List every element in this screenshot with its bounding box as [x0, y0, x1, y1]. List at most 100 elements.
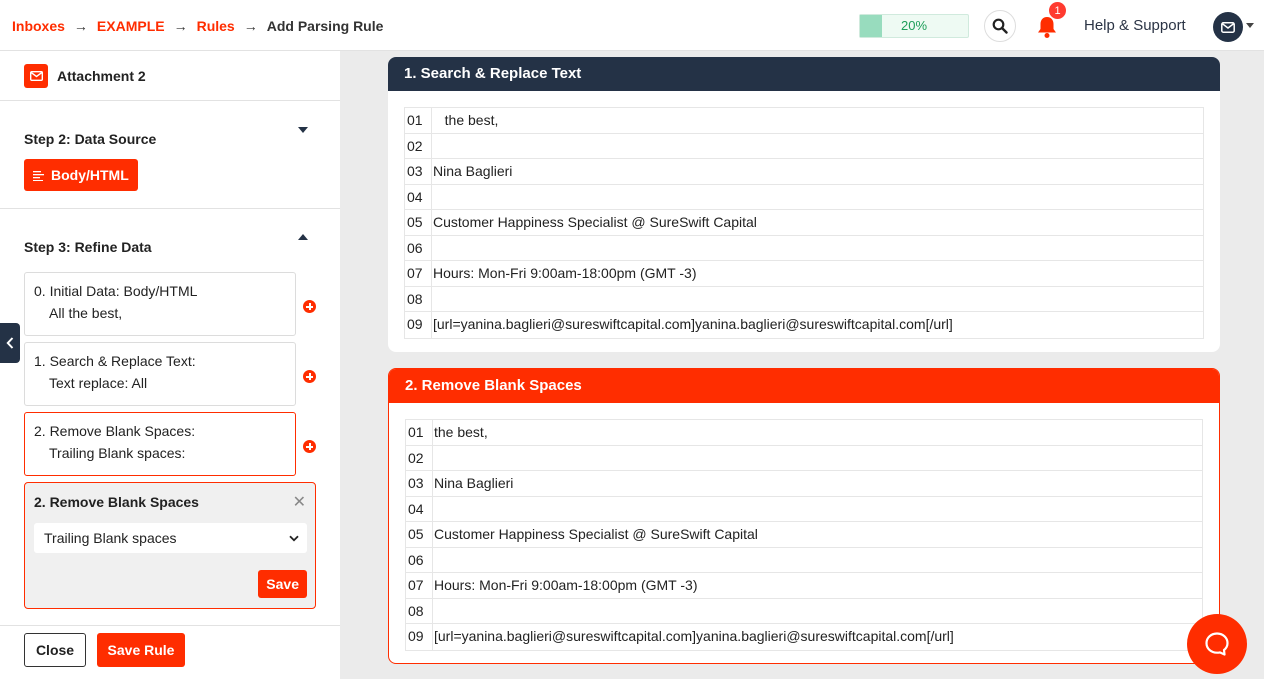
rule-sidebar: Attachment 2 Step 2: Data Source Body/HT…	[0, 51, 340, 679]
line-number: 03	[406, 471, 433, 496]
refine-step-subtitle: Trailing Blank spaces:	[49, 445, 186, 461]
add-step-icon[interactable]	[303, 440, 316, 453]
data-source-button[interactable]: Body/HTML	[24, 159, 138, 191]
line-number: 02	[406, 445, 433, 470]
line-text	[432, 236, 433, 261]
attachment-item[interactable]: Attachment 2	[0, 51, 340, 100]
step3-title: Step 3: Refine Data	[24, 239, 152, 255]
save-rule-button[interactable]: Save Rule	[97, 633, 185, 667]
collapse-sidebar-button[interactable]	[0, 323, 20, 363]
line-number: 04	[405, 184, 432, 209]
code-line: 06	[405, 235, 1203, 261]
refine-step-2[interactable]: 2. Remove Blank Spaces: Trailing Blank s…	[24, 412, 316, 476]
chevron-down-icon[interactable]	[298, 127, 308, 133]
add-step-icon[interactable]	[303, 300, 316, 313]
progress-label: 20%	[900, 18, 928, 33]
code-line: 03 Nina Baglieri	[405, 159, 1203, 185]
line-text	[432, 287, 433, 312]
code-line: 03 Nina Baglieri	[406, 471, 1202, 497]
close-button[interactable]: Close	[24, 633, 86, 667]
refine-step-subtitle: All the best,	[49, 305, 123, 321]
code-line: 08	[406, 598, 1202, 624]
line-text	[433, 497, 434, 522]
line-text	[433, 599, 434, 624]
refine-steps-list: 0. Initial Data: Body/HTML All the best,…	[0, 261, 340, 625]
attachment-label: Attachment 2	[57, 67, 146, 84]
chevron-down-icon[interactable]	[1246, 23, 1254, 28]
line-text: Hours: Mon-Fri 9:00am-18:00pm (GMT -3)	[433, 265, 697, 281]
select-value: Trailing Blank spaces	[44, 530, 177, 546]
line-text	[432, 185, 433, 210]
code-line: 09 [url=yanina.baglieri@sureswiftcapital.…	[406, 624, 1202, 650]
step3-section: Step 3: Refine Data 0. Initial Data: Bod…	[0, 209, 340, 626]
notification-badge: 1	[1048, 1, 1067, 20]
text-lines-icon	[33, 170, 44, 181]
code-line: 05 Customer Happiness Specialist @ SureSw…	[406, 522, 1202, 548]
mail-icon	[24, 63, 48, 88]
code-line: 02	[405, 133, 1203, 159]
close-icon[interactable]: ✕	[293, 492, 306, 512]
breadcrumb-current: Add Parsing Rule	[266, 17, 384, 34]
code-line: 02	[406, 445, 1202, 471]
line-text: Customer Happiness Specialist @ SureSwif…	[433, 214, 757, 230]
breadcrumb-separator: →	[173, 17, 188, 34]
step3-header[interactable]: Step 3: Refine Data	[0, 209, 340, 261]
breadcrumb-separator: →	[243, 17, 258, 34]
line-text: Customer Happiness Specialist @ SureSwif…	[434, 526, 758, 542]
code-line: 09 [url=yanina.baglieri@sureswiftcapital.…	[405, 312, 1203, 338]
editor-title: 2. Remove Blank Spaces	[34, 494, 199, 510]
line-number: 06	[405, 235, 432, 260]
save-step-button[interactable]: Save	[258, 570, 307, 598]
refine-step-title: 1. Search & Replace Text:	[34, 353, 196, 369]
line-text: Nina Baglieri	[433, 163, 513, 179]
add-step-icon[interactable]	[303, 370, 316, 383]
breadcrumb-example[interactable]: EXAMPLE	[97, 18, 165, 34]
step2-header[interactable]: Step 2: Data Source	[0, 101, 340, 153]
step2-title: Step 2: Data Source	[24, 131, 157, 147]
line-number: 09	[406, 624, 433, 650]
line-text: [url=yanina.baglieri@sureswiftcapital.co…	[433, 316, 953, 332]
sidebar-footer: Close Save Rule	[24, 633, 185, 667]
data-source-label: Body/HTML	[51, 167, 129, 183]
output-lines: 01 the best, 02 03 Nina Baglieri 04 05 Customer…	[405, 419, 1203, 651]
avatar[interactable]	[1213, 12, 1243, 42]
breadcrumb-rules[interactable]: Rules	[197, 18, 235, 34]
chevron-left-icon	[6, 337, 14, 349]
refine-step-0[interactable]: 0. Initial Data: Body/HTML All the best,	[24, 272, 316, 336]
refine-step-title: 0. Initial Data: Body/HTML	[34, 283, 198, 299]
panel-title: 1. Search & Replace Text	[388, 57, 1220, 91]
chevron-down-icon	[289, 535, 299, 541]
remove-blank-spaces-panel: 2. Remove Blank Spaces 01 the best, 02 03 Ni…	[388, 368, 1220, 664]
code-line: 08	[405, 286, 1203, 312]
code-line: 07 Hours: Mon-Fri 9:00am-18:00pm (GMT -3)	[405, 261, 1203, 287]
line-number: 09	[405, 312, 432, 338]
line-number: 08	[406, 598, 433, 623]
line-text: [url=yanina.baglieri@sureswiftcapital.co…	[434, 628, 954, 644]
search-replace-panel: 1. Search & Replace Text 01 the best, 02 0…	[388, 57, 1220, 352]
search-button[interactable]	[984, 10, 1016, 42]
panel-title: 2. Remove Blank Spaces	[389, 369, 1219, 403]
line-number: 08	[405, 286, 432, 311]
refine-step-1[interactable]: 1. Search & Replace Text: Text replace: …	[24, 342, 316, 406]
code-line: 04	[406, 496, 1202, 522]
chat-button[interactable]	[1187, 614, 1247, 674]
chevron-up-icon[interactable]	[298, 234, 308, 240]
output-lines: 01 the best, 02 03 Nina Baglieri 04 05 Custome…	[404, 107, 1204, 339]
search-icon	[992, 18, 1008, 34]
code-line: 01 the best,	[406, 420, 1202, 446]
refine-step-title: 2. Remove Blank Spaces:	[34, 423, 196, 439]
code-line: 06	[406, 547, 1202, 573]
help-support-link[interactable]: Help & Support	[1084, 0, 1186, 51]
breadcrumb-inboxes[interactable]: Inboxes	[12, 18, 65, 34]
line-number: 07	[406, 573, 433, 598]
mail-icon	[1221, 21, 1235, 33]
line-text	[432, 134, 433, 159]
refine-step-subtitle: Text replace: All	[49, 375, 148, 391]
top-bar: Inboxes → EXAMPLE → Rules → Add Parsing …	[0, 0, 1264, 51]
line-number: 04	[406, 496, 433, 521]
blank-space-select[interactable]: Trailing Blank spaces	[34, 523, 307, 553]
line-text: Hours: Mon-Fri 9:00am-18:00pm (GMT -3)	[434, 577, 698, 593]
breadcrumb: Inboxes → EXAMPLE → Rules → Add Parsing …	[12, 0, 383, 51]
line-text: the best,	[433, 112, 499, 128]
onboarding-progress[interactable]: 20%	[859, 14, 969, 38]
